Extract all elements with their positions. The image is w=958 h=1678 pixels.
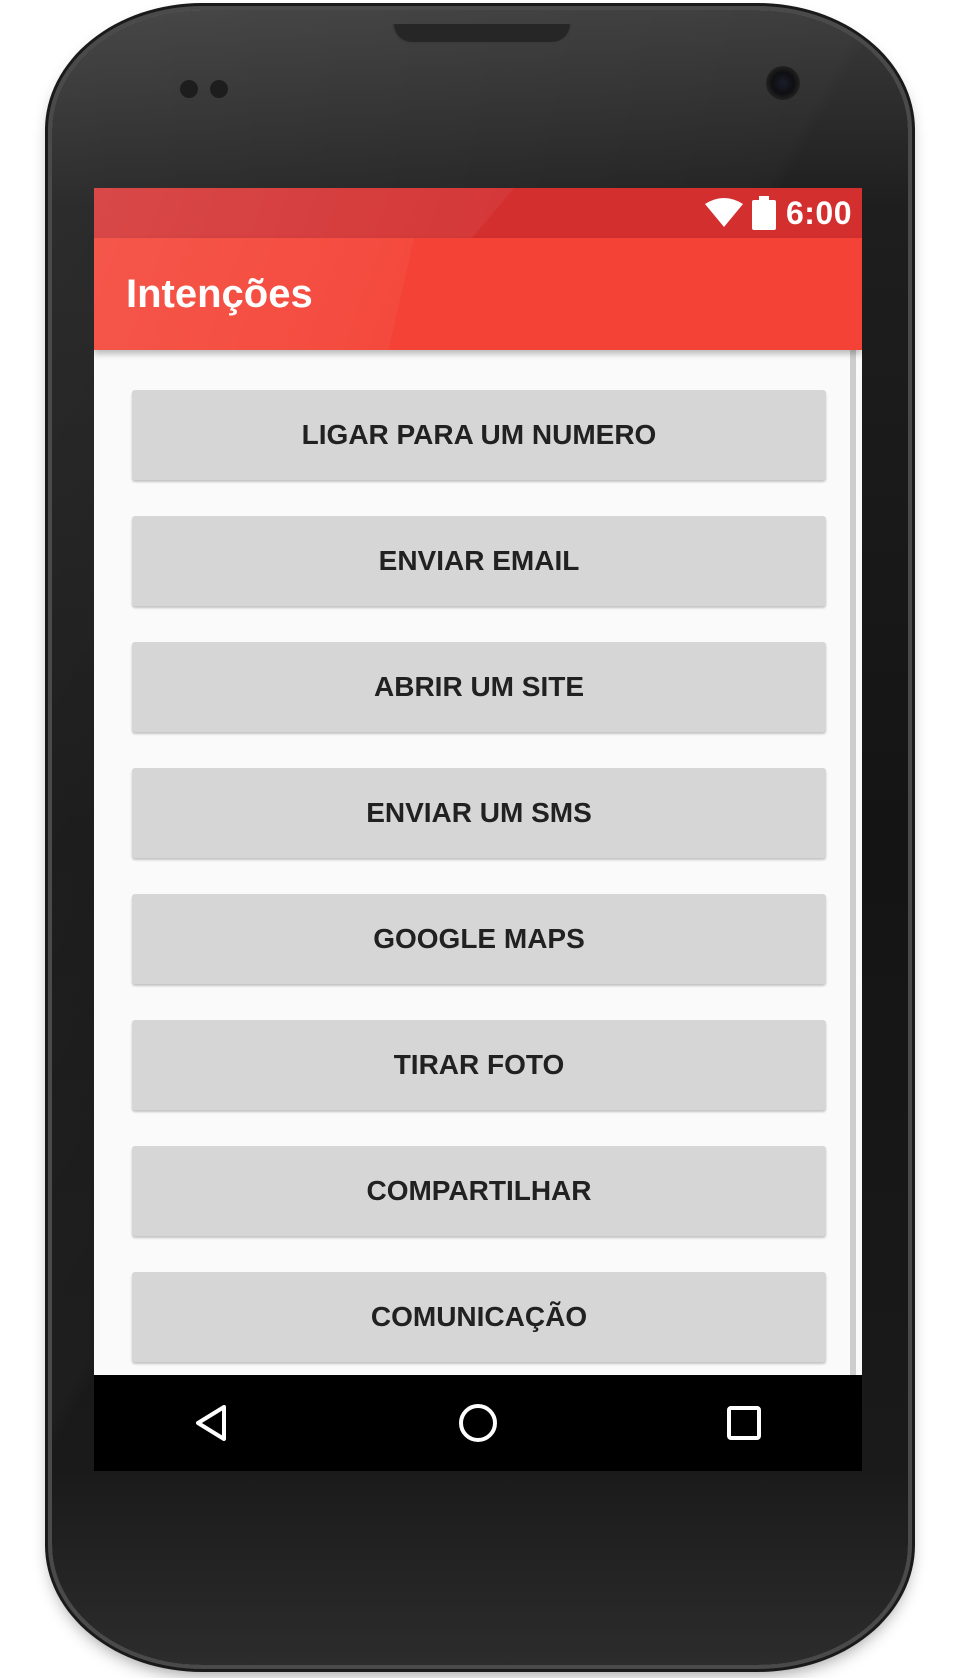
- google-maps-button[interactable]: GOOGLE MAPS: [132, 894, 826, 984]
- light-sensor: [210, 80, 228, 98]
- screen: 6:00 Intenções LIGAR PARA UM NUMERO ENVI…: [94, 188, 862, 1471]
- app-title: Intenções: [126, 272, 313, 316]
- send-email-button[interactable]: ENVIAR EMAIL: [132, 516, 826, 606]
- communication-button[interactable]: COMUNICAÇÃO: [132, 1272, 826, 1362]
- button-list[interactable]: LIGAR PARA UM NUMERO ENVIAR EMAIL ABRIR …: [94, 350, 862, 1471]
- share-button[interactable]: COMPARTILHAR: [132, 1146, 826, 1236]
- wifi-icon: [704, 198, 743, 227]
- recents-button[interactable]: [718, 1397, 770, 1449]
- status-icons: 6:00: [704, 188, 852, 238]
- scrollbar[interactable]: [850, 350, 856, 1471]
- open-site-button[interactable]: ABRIR UM SITE: [132, 642, 826, 732]
- proximity-sensor: [180, 80, 198, 98]
- earpiece-speaker: [392, 24, 572, 44]
- call-number-button[interactable]: LIGAR PARA UM NUMERO: [132, 390, 826, 480]
- home-button[interactable]: [452, 1397, 504, 1449]
- app-bar: Intenções: [94, 238, 862, 350]
- back-icon: [196, 1405, 226, 1441]
- front-camera: [766, 66, 800, 100]
- recents-icon: [727, 1406, 761, 1440]
- navigation-bar: [94, 1375, 862, 1471]
- back-button[interactable]: [186, 1397, 238, 1449]
- send-sms-button[interactable]: ENVIAR UM SMS: [132, 768, 826, 858]
- battery-icon: [751, 196, 776, 230]
- status-time: 6:00: [785, 194, 852, 231]
- take-photo-button[interactable]: TIRAR FOTO: [132, 1020, 826, 1110]
- status-bar: 6:00: [94, 188, 862, 238]
- home-icon: [459, 1404, 497, 1442]
